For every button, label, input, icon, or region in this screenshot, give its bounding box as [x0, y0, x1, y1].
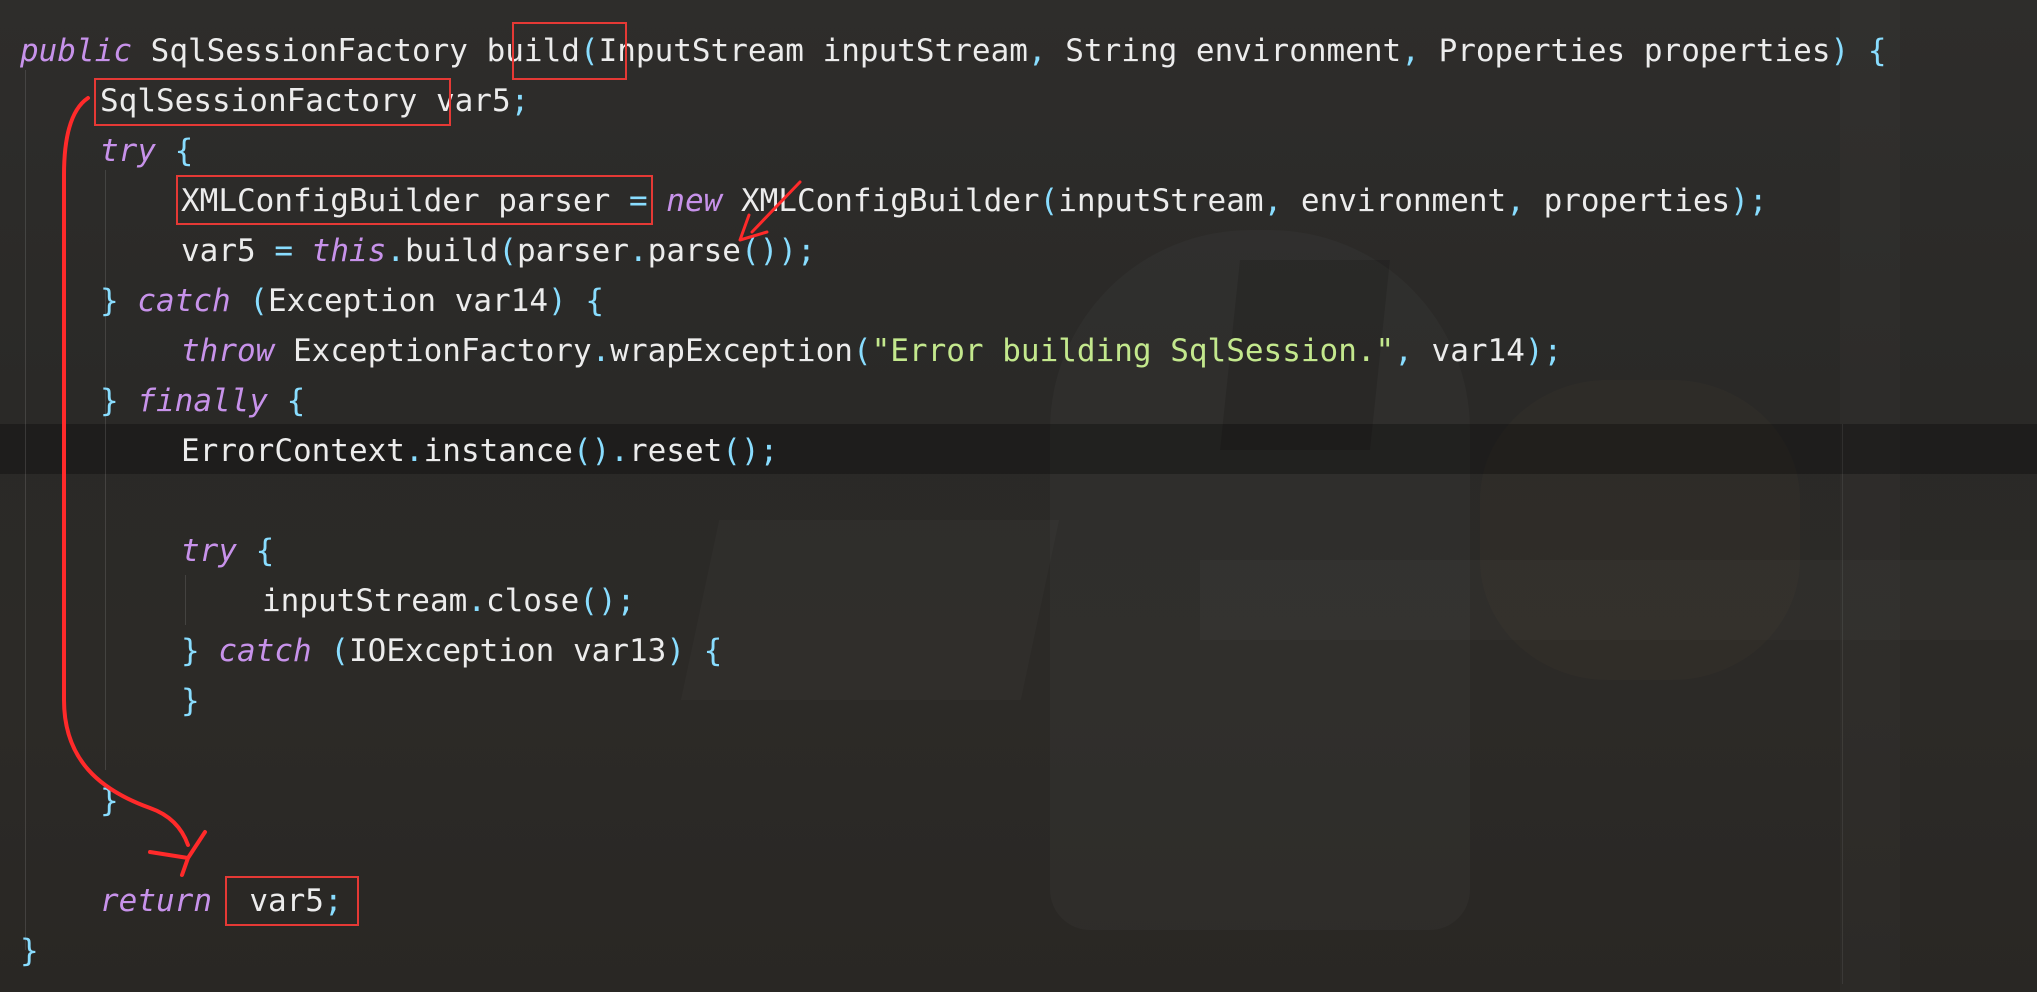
annotation-arrows [62, 96, 802, 877]
flow-arrow-line [62, 96, 190, 847]
flow-arrow-head [148, 830, 207, 877]
parse-arrow-line [750, 180, 802, 234]
code-editor[interactable]: public SqlSessionFactory build(InputStre… [0, 0, 2037, 992]
